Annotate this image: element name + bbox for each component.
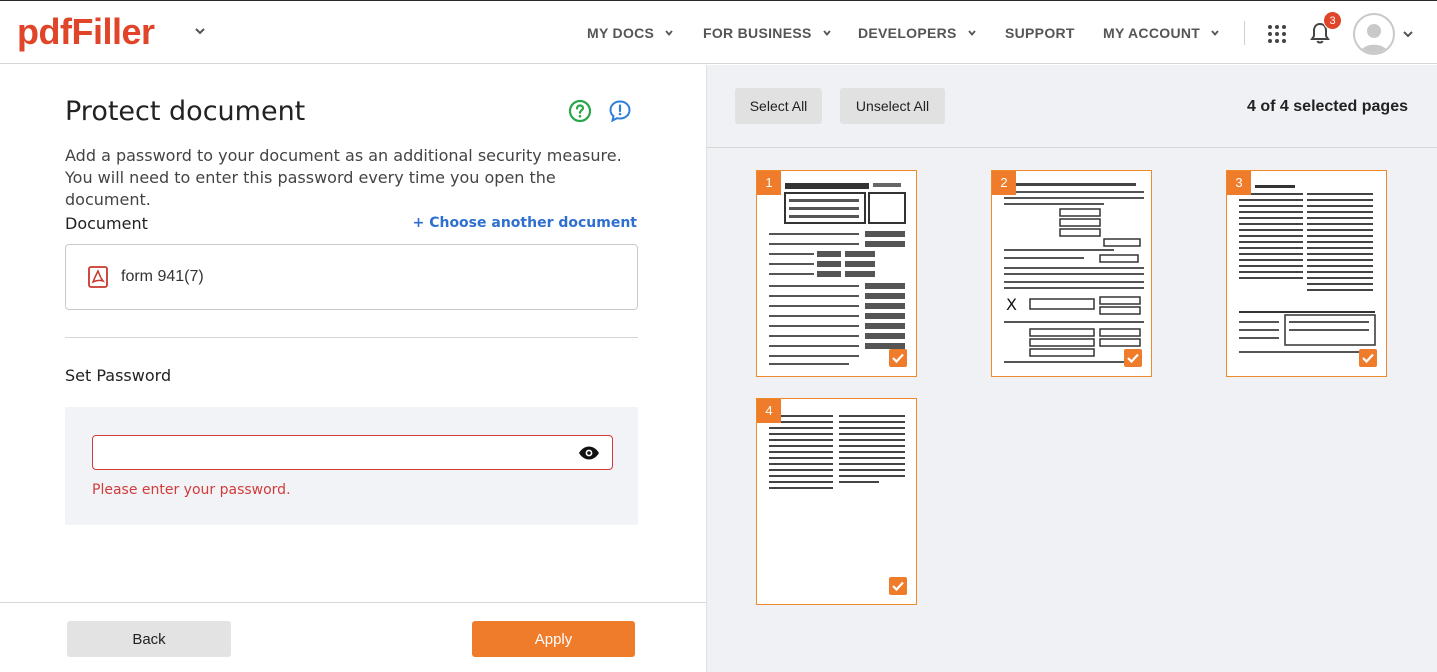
- chevron-down-icon: [1211, 30, 1219, 36]
- nav-developers[interactable]: DEVELOPERS: [858, 1, 977, 65]
- pdffiller-logo[interactable]: pdfFiller: [17, 11, 155, 53]
- toolbar-divider: [707, 147, 1437, 148]
- svg-text:X: X: [1006, 295, 1017, 314]
- choose-another-document-link[interactable]: + Choose another document: [413, 215, 637, 231]
- page-title: Protect document: [65, 96, 306, 127]
- page-preview-4: [769, 415, 905, 489]
- page-number-2: 2: [992, 171, 1016, 195]
- selected-document-box: form 941(7): [65, 244, 638, 310]
- nav-support-label: SUPPORT: [1005, 25, 1075, 41]
- page-number-4: 4: [757, 399, 781, 423]
- nav-my-account-label: MY ACCOUNT: [1103, 25, 1201, 41]
- page-thumbnail-4[interactable]: 4: [756, 398, 917, 605]
- feedback-chat-icon[interactable]: [608, 99, 632, 123]
- page-preview-2: X: [1004, 183, 1144, 363]
- page-preview-3: [1239, 185, 1376, 353]
- avatar[interactable]: [1353, 13, 1395, 55]
- page-checkbox-2[interactable]: [1124, 349, 1142, 367]
- protect-document-panel: Protect document Add a password to your …: [0, 65, 706, 672]
- section-divider: [65, 337, 638, 338]
- nav-my-docs[interactable]: MY DOCS: [587, 1, 674, 65]
- footer-divider: [0, 602, 706, 603]
- nav-my-docs-label: MY DOCS: [587, 25, 655, 41]
- chevron-down-icon[interactable]: [192, 23, 208, 39]
- notification-badge: 3: [1323, 11, 1342, 30]
- document-name: form 941(7): [121, 268, 204, 285]
- nav-divider: [1244, 21, 1245, 45]
- selected-pages-count: 4 of 4 selected pages: [1247, 98, 1408, 115]
- show-password-eye-icon[interactable]: [578, 445, 600, 461]
- back-button[interactable]: Back: [67, 621, 231, 657]
- page-thumbnail-2[interactable]: X 2: [991, 170, 1152, 377]
- page-checkbox-4[interactable]: [889, 577, 907, 595]
- page-thumbnail-1[interactable]: 1: [756, 170, 917, 377]
- chevron-down-icon: [822, 30, 831, 36]
- nav-my-account[interactable]: MY ACCOUNT: [1103, 1, 1220, 65]
- page-thumbnail-3[interactable]: 3: [1226, 170, 1387, 377]
- pdf-file-icon: [88, 266, 108, 288]
- password-input[interactable]: [92, 435, 613, 470]
- apply-button[interactable]: Apply: [472, 621, 635, 657]
- document-label: Document: [65, 214, 148, 233]
- password-error-message: Please enter your password.: [92, 482, 291, 498]
- page-checkbox-3[interactable]: [1359, 349, 1377, 367]
- check-icon: [892, 581, 904, 592]
- check-icon: [892, 353, 904, 364]
- select-all-button[interactable]: Select All: [735, 88, 822, 124]
- page-checkbox-1[interactable]: [889, 349, 907, 367]
- avatar-icon: [1360, 24, 1388, 53]
- check-icon: [1127, 353, 1139, 364]
- nav-developers-label: DEVELOPERS: [858, 25, 957, 41]
- page-selection-panel: Select All Unselect All 4 of 4 selected …: [706, 65, 1437, 672]
- nav-for-business[interactable]: FOR BUSINESS: [703, 1, 832, 65]
- chevron-down-icon: [665, 30, 673, 36]
- page-number-1: 1: [757, 171, 781, 195]
- page-number-3: 3: [1227, 171, 1251, 195]
- top-header: pdfFiller MY DOCS FOR BUSINESS DEVELOPER…: [0, 0, 1437, 64]
- nav-for-business-label: FOR BUSINESS: [703, 25, 812, 41]
- apps-grid-icon[interactable]: [1266, 23, 1288, 45]
- help-icon[interactable]: [568, 99, 592, 123]
- check-icon: [1362, 353, 1374, 364]
- unselect-all-button[interactable]: Unselect All: [840, 88, 945, 124]
- set-password-label: Set Password: [65, 366, 172, 385]
- nav-support[interactable]: SUPPORT: [1005, 1, 1075, 65]
- description-text: Add a password to your document as an ad…: [65, 146, 622, 209]
- chevron-down-icon[interactable]: [1402, 28, 1414, 40]
- chevron-down-icon: [968, 30, 976, 36]
- password-panel: Please enter your password.: [65, 407, 638, 525]
- page-preview-1: [769, 183, 906, 365]
